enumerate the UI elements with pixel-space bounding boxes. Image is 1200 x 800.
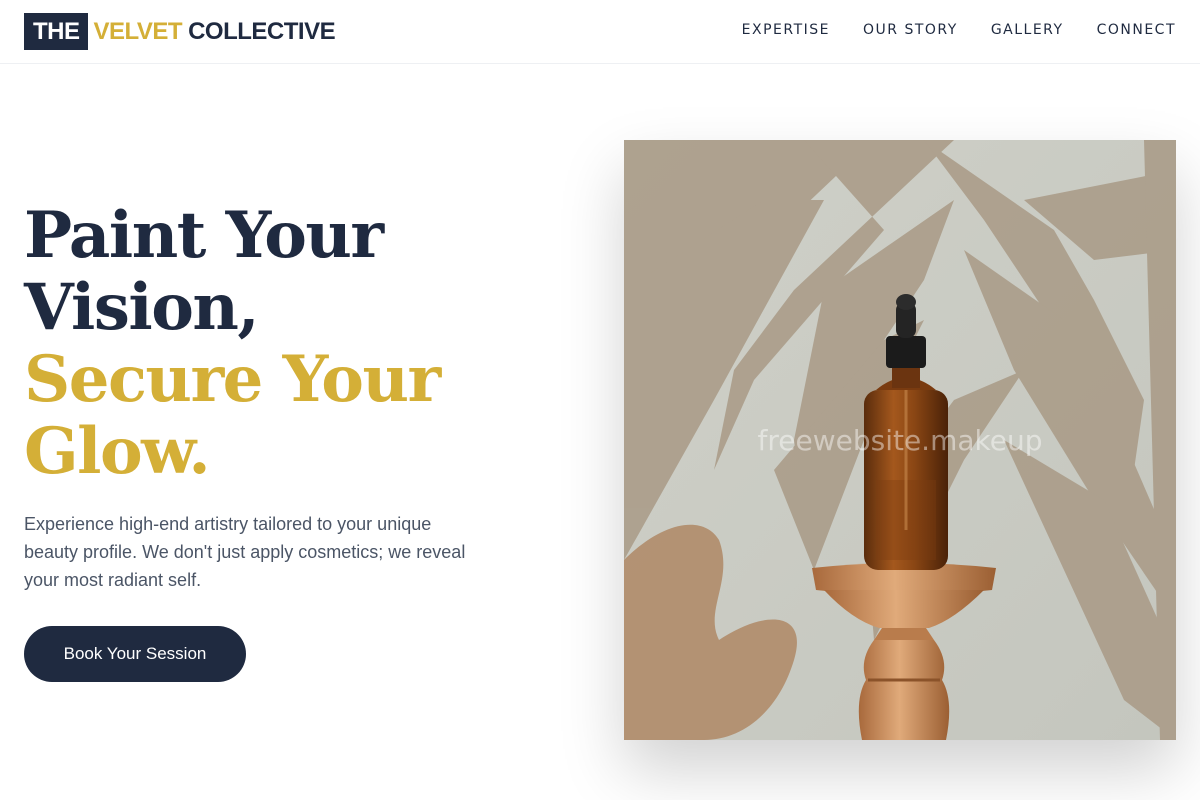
logo-the: THE xyxy=(24,13,88,50)
book-session-button[interactable]: Book Your Session xyxy=(24,626,246,682)
main-nav: EXPERTISE OUR STORY GALLERY CONNECT xyxy=(742,20,1176,40)
hero-headline: Paint Your Vision, Secure Your Glow. xyxy=(24,200,564,488)
nav-link-connect[interactable]: CONNECT xyxy=(1097,20,1176,40)
brand-logo[interactable]: THE VELVET COLLECTIVE xyxy=(24,13,336,50)
logo-collective: COLLECTIVE xyxy=(188,17,336,45)
hero-image: freewebsite.makeup xyxy=(624,140,1176,740)
logo-velvet: VELVET xyxy=(93,17,183,45)
site-header: THE VELVET COLLECTIVE EXPERTISE OUR STOR… xyxy=(0,0,1200,64)
headline-line-3: Secure Your xyxy=(24,342,441,417)
headline-line-4: Glow. xyxy=(24,414,211,489)
nav-link-our-story[interactable]: OUR STORY xyxy=(863,20,958,40)
serum-bottle-photo xyxy=(624,140,1176,740)
headline-line-2: Vision, xyxy=(24,270,260,345)
headline-line-1: Paint Your xyxy=(24,198,384,273)
nav-link-expertise[interactable]: EXPERTISE xyxy=(742,20,830,40)
nav-link-gallery[interactable]: GALLERY xyxy=(991,20,1064,40)
hero-description: Experience high-end artistry tailored to… xyxy=(24,514,466,590)
